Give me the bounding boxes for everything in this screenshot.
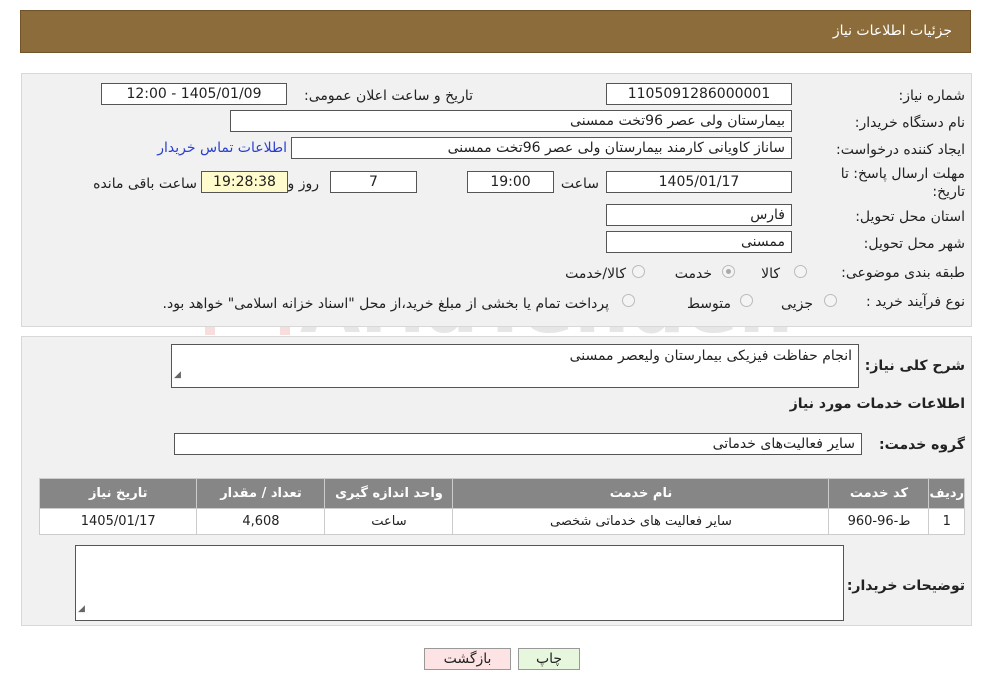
category-label: طبقه بندی موضوعی: [841, 265, 965, 281]
province-field: فارس [606, 204, 792, 226]
category-option-goods: کالا [761, 266, 780, 282]
deadline-date-field: 1405/01/17 [606, 171, 792, 193]
remaining-time-field: 19:28:38 [201, 171, 288, 193]
category-both-radio[interactable] [632, 265, 645, 278]
col-row-number: ردیف [928, 478, 965, 509]
process-label: نوع فرآیند خرید : [866, 294, 965, 310]
category-option-service: خدمت [674, 266, 712, 282]
category-service-radio[interactable] [722, 265, 735, 278]
table-row: 1 ط-96-960 سایر فعالیت های خدماتی شخصی س… [38, 508, 965, 535]
time-label: ساعت [560, 176, 599, 192]
process-option-minor: جزیی [781, 296, 813, 312]
deadline-label: مهلت ارسال پاسخ: تا [840, 166, 965, 182]
col-unit: واحد اندازه گیری [324, 478, 454, 509]
buyer-org-field: بیمارستان ولی عصر 96تخت ممسنی [230, 110, 792, 132]
page-title: جزئیات اطلاعات نیاز [832, 23, 952, 39]
deadline-time-field: 19:00 [467, 171, 554, 193]
services-table: ردیف کد خدمت نام خدمت واحد اندازه گیری ت… [38, 478, 965, 535]
resize-handle-icon[interactable]: ◢ [174, 364, 181, 386]
description-label: شرح کلی نیاز: [864, 358, 965, 374]
days-field: 7 [330, 171, 417, 193]
col-service-name: نام خدمت [452, 478, 830, 509]
need-number-field: 1105091286000001 [606, 83, 792, 105]
back-button[interactable]: بازگشت [424, 648, 511, 670]
service-group-field: سایر فعالیت‌های خدماتی [174, 433, 862, 455]
cell-service-name: سایر فعالیت های خدماتی شخصی [452, 508, 830, 535]
page-header: جزئیات اطلاعات نیاز [20, 10, 971, 53]
col-service-code: کد خدمت [828, 478, 930, 509]
days-label: روز و [287, 176, 320, 192]
category-option-both: کالا/خدمت [565, 266, 626, 282]
col-quantity: تعداد / مقدار [196, 478, 326, 509]
buyer-notes-label: توضیحات خریدار: [846, 578, 965, 594]
service-group-label: گروه خدمت: [879, 437, 965, 453]
description-text: انجام حفاظت فیزیکی بیمارستان ولیعصر ممسن… [569, 348, 852, 364]
city-label: شهر محل تحویل: [863, 236, 965, 252]
print-button[interactable]: چاپ [518, 648, 580, 670]
announce-field: 1405/01/09 - 12:00 [101, 83, 287, 105]
services-title: اطلاعات خدمات مورد نیاز [789, 396, 965, 412]
cell-service-code: ط-96-960 [828, 508, 930, 535]
process-minor-radio[interactable] [824, 294, 837, 307]
buyer-org-label: نام دستگاه خریدار: [854, 115, 965, 131]
category-goods-radio[interactable] [794, 265, 807, 278]
description-field[interactable]: انجام حفاظت فیزیکی بیمارستان ولیعصر ممسن… [171, 344, 859, 388]
deadline-label-date: تاریخ: [932, 184, 965, 200]
buyer-notes-field[interactable]: ◢ [75, 545, 844, 621]
province-label: استان محل تحویل: [855, 209, 965, 225]
creator-label: ایجاد کننده درخواست: [836, 142, 965, 158]
col-need-date: تاریخ نیاز [38, 478, 198, 509]
process-option-medium: متوسط [687, 296, 731, 312]
announce-label: تاریخ و ساعت اعلان عمومی: [304, 88, 473, 104]
city-field: ممسنی [606, 231, 792, 253]
process-medium-radio[interactable] [740, 294, 753, 307]
buyer-contact-link[interactable]: اطلاعات تماس خریدار [157, 140, 287, 156]
process-treasury-radio[interactable] [622, 294, 635, 307]
process-note: پرداخت تمام یا بخشی از مبلغ خرید،از محل … [162, 296, 609, 312]
remaining-label: ساعت باقی مانده [93, 176, 197, 192]
cell-need-date: 1405/01/17 [38, 508, 198, 535]
cell-row-number: 1 [928, 508, 965, 535]
need-number-label: شماره نیاز: [898, 88, 966, 104]
table-header-row: ردیف کد خدمت نام خدمت واحد اندازه گیری ت… [38, 478, 965, 509]
resize-handle-icon[interactable]: ◢ [78, 599, 85, 619]
cell-quantity: 4,608 [196, 508, 326, 535]
creator-field: ساناز کاویانی کارمند بیمارستان ولی عصر 9… [291, 137, 792, 159]
cell-unit: ساعت [324, 508, 454, 535]
